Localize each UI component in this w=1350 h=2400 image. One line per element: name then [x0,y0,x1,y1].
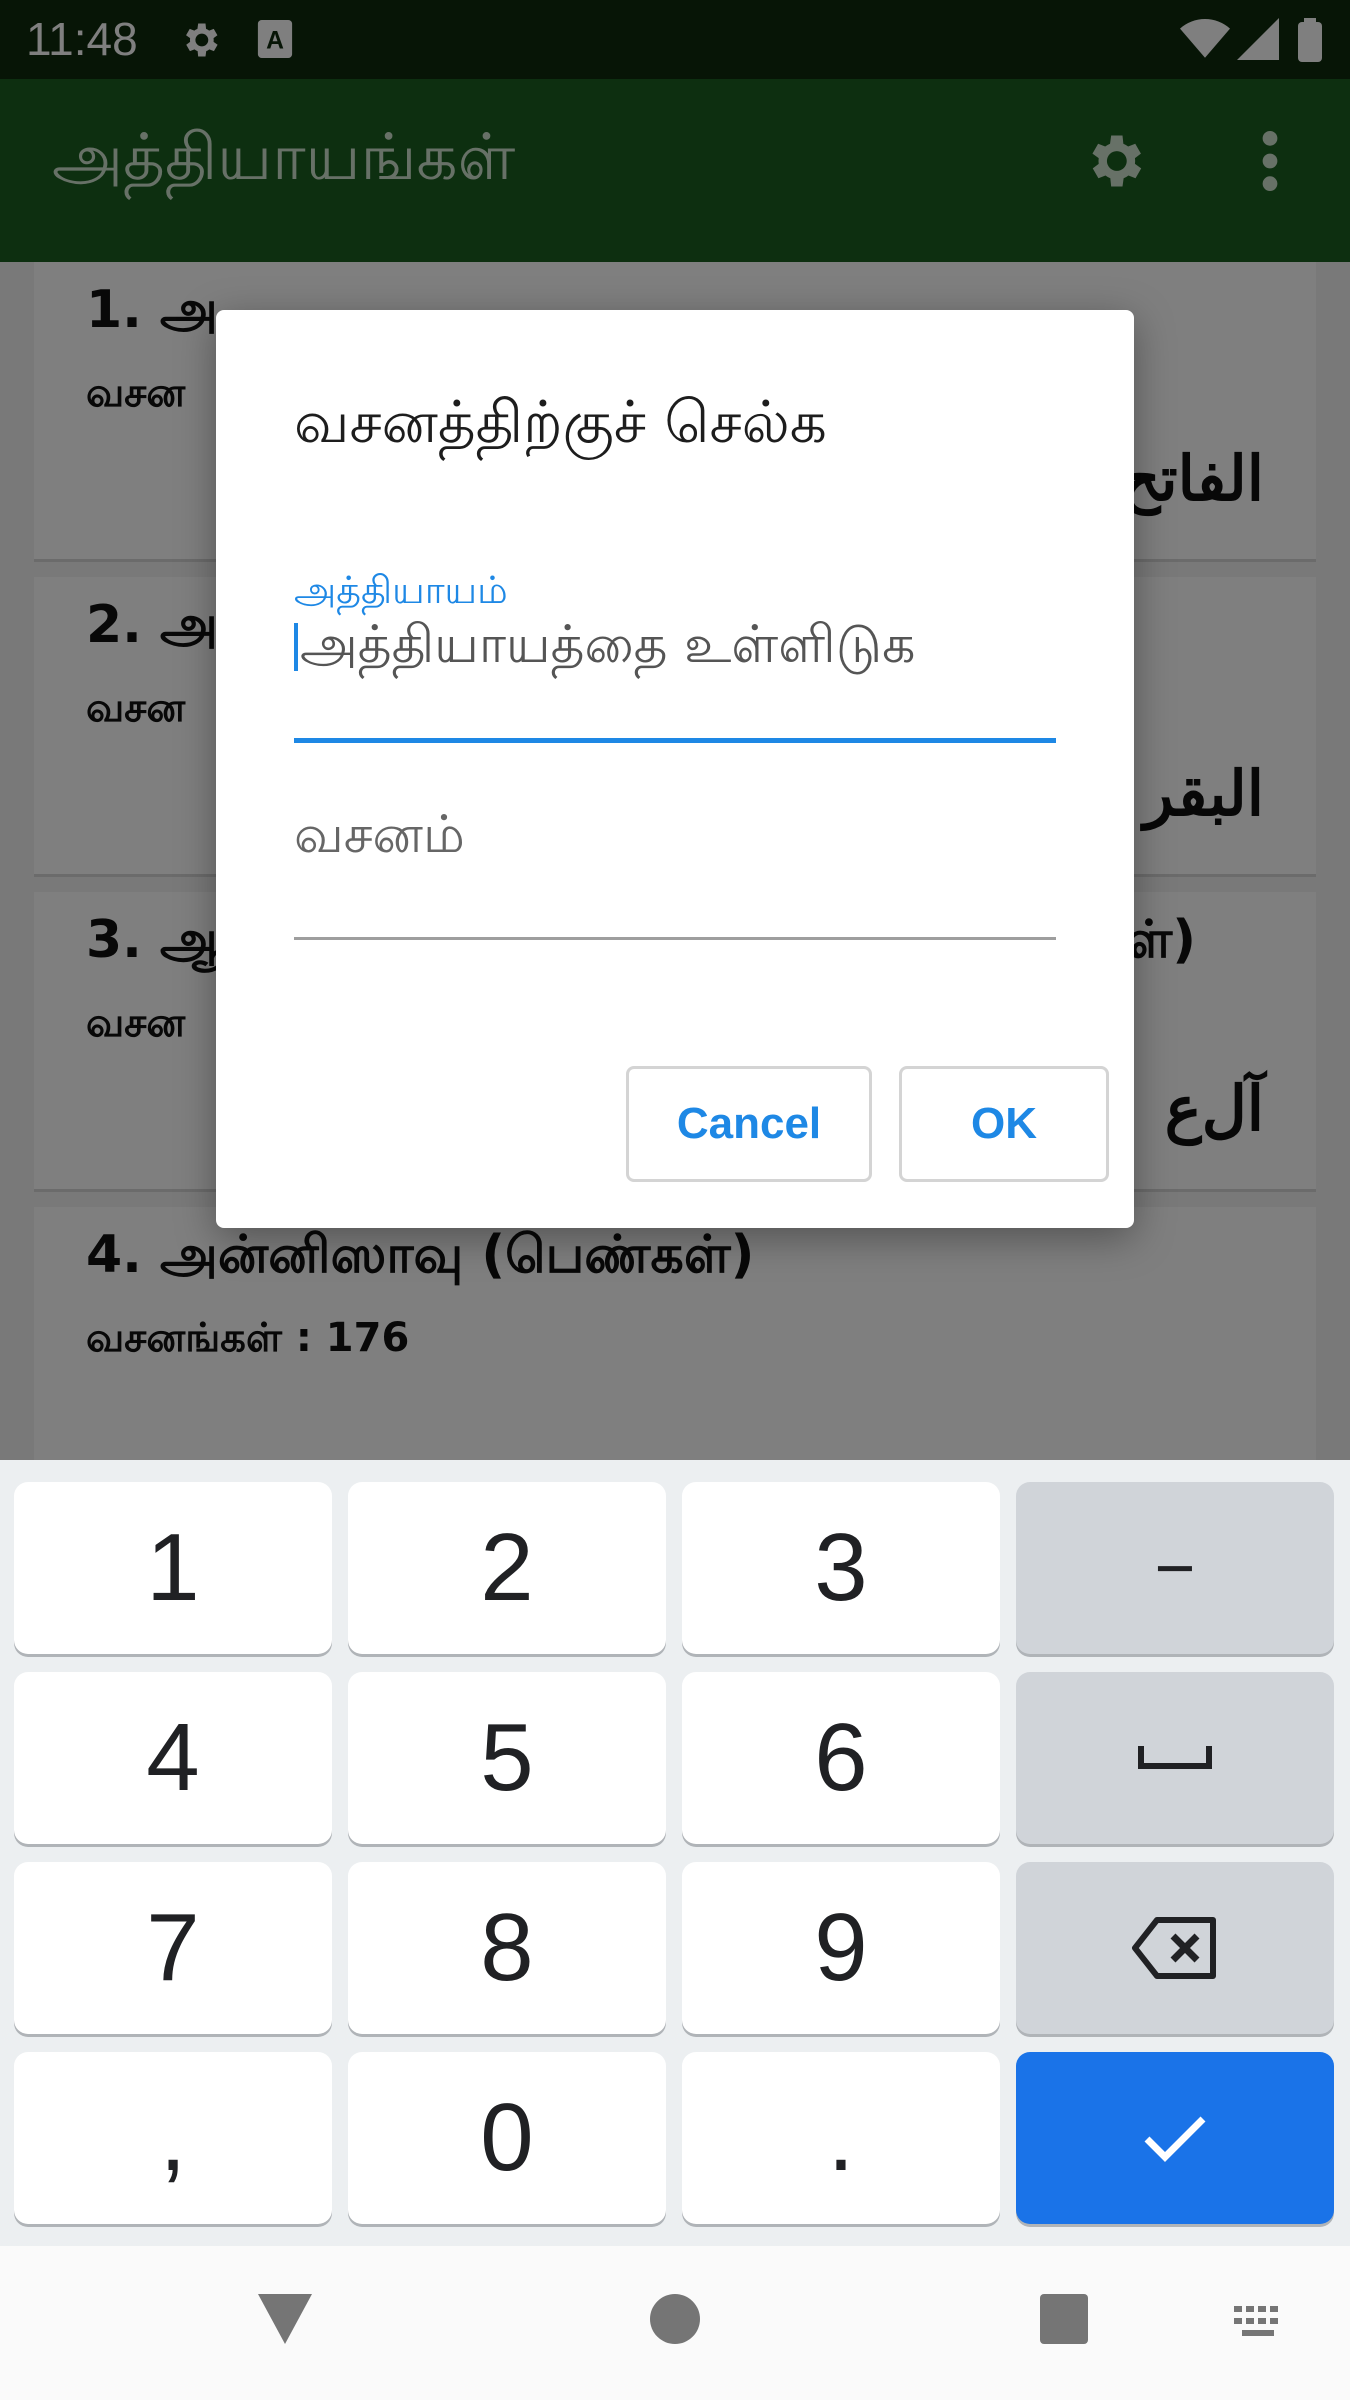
chapter-input-placeholder: அத்தியாயத்தை உள்ளிடுக [300,615,916,675]
key-space[interactable] [1016,1672,1334,1844]
keyboard-icon[interactable] [1234,2306,1286,2344]
backspace-icon [1132,1917,1216,1979]
space-icon [1138,1746,1212,1769]
key-8[interactable]: 8 [348,1862,666,2034]
key-9[interactable]: 9 [682,1862,1000,2034]
dialog-title: வசனத்திற்குச் செல்க [294,388,827,456]
key-0[interactable]: 0 [348,2052,666,2224]
ok-button[interactable]: OK [899,1066,1109,1182]
key-minus[interactable]: − [1016,1482,1334,1654]
cancel-button[interactable]: Cancel [626,1066,872,1182]
key-1[interactable]: 1 [14,1482,332,1654]
numeric-keyboard: 1 2 3 − 4 5 6 7 8 9 , 0 . [0,1460,1350,2246]
go-to-verse-dialog: வசனத்திற்குச் செல்க அத்தியாயம் அத்தியாயத… [216,310,1134,1228]
check-icon [1144,2116,1206,2162]
navigation-bar [0,2246,1350,2400]
chapter-field-label: அத்தியாயம் [294,568,508,612]
chapter-input[interactable]: அத்தியாயத்தை உள்ளிடுக [294,615,1056,695]
key-backspace[interactable] [1016,1862,1334,2034]
verse-input-placeholder: வசனம் [294,805,465,865]
key-3[interactable]: 3 [682,1482,1000,1654]
verse-input[interactable]: வசனம் [294,805,1056,885]
key-5[interactable]: 5 [348,1672,666,1844]
recents-icon[interactable] [1040,2294,1088,2348]
back-icon[interactable] [258,2294,312,2348]
chapter-input-underline [294,738,1056,743]
home-icon[interactable] [650,2294,700,2348]
key-7[interactable]: 7 [14,1862,332,2034]
key-comma[interactable]: , [14,2052,332,2224]
verse-input-underline [294,937,1056,940]
key-period[interactable]: . [682,2052,1000,2224]
text-cursor [294,623,298,671]
key-2[interactable]: 2 [348,1482,666,1654]
key-enter[interactable] [1016,2052,1334,2224]
key-4[interactable]: 4 [14,1672,332,1844]
key-6[interactable]: 6 [682,1672,1000,1844]
